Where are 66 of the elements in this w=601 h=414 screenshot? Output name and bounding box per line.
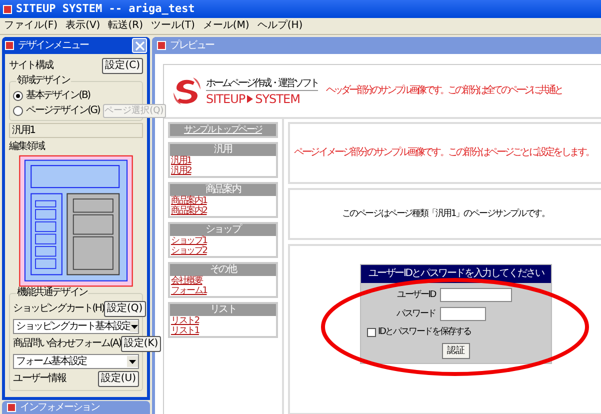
panel-title: デザインメニュー (18, 40, 88, 52)
triangle-icon (247, 94, 254, 102)
setting-label: 商品問い合わせフォーム(A) (13, 338, 121, 350)
logo-text: SITEUP (206, 92, 246, 104)
nav-group-title: その他 (170, 264, 276, 276)
app-icon (5, 41, 14, 50)
field-label: ユーザーID (396, 289, 436, 301)
menu-item[interactable]: ツール(T) (150, 20, 195, 32)
window-title: SITEUP SYSTEM -- ariga_test (16, 3, 195, 15)
nav-link[interactable]: 汎用2 (170, 166, 276, 176)
login-title: ユーザーIDとパスワードを入力してください (361, 265, 551, 283)
nav-link[interactable]: ショップ2 (170, 246, 276, 256)
page-image-note: ページイメージ部分のサンプル画像です。この部分はページごとに設定をします。 (294, 147, 594, 159)
app-icon (7, 403, 16, 412)
nav-group-title: 商品案内 (170, 184, 276, 196)
menu-item[interactable]: 転送(R) (108, 20, 143, 32)
tagline: ホームページ作成・運営ソフト (206, 78, 318, 90)
dropdown[interactable]: フォーム基本設定 (13, 354, 139, 369)
radio-button[interactable] (13, 90, 23, 100)
checkbox-label: IDとパスワードを保存する (378, 326, 471, 338)
setting-label: ショッピングカート(H) (13, 303, 104, 315)
menu-item[interactable]: ファイル(F) (4, 20, 58, 32)
menu-item[interactable]: ヘルプ(H) (257, 20, 303, 32)
nav-link[interactable]: 商品案内2 (170, 206, 276, 216)
group-label: 領域デザイン (16, 75, 71, 87)
dropdown[interactable]: ショッピングカート基本設定 (13, 319, 139, 334)
setting-label: ユーザー情報 (13, 373, 66, 385)
page-note: このページはページ種類「汎用1」のページサンプルです。 (342, 208, 550, 220)
settings-button[interactable]: 設定(K) (120, 336, 162, 352)
menu-item[interactable]: 表示(V) (66, 20, 100, 32)
nav-link[interactable]: フォーム1 (170, 286, 276, 296)
radio-label: ページデザイン(G) (26, 104, 100, 116)
app-icon (157, 41, 166, 50)
settings-button[interactable]: 設定(C) (102, 58, 143, 74)
nav-link[interactable]: ショップ1 (170, 236, 276, 246)
edit-area-label: 編集領域 (9, 141, 46, 153)
nav-group-title: リスト (170, 304, 276, 316)
auth-button[interactable]: 認証 (442, 343, 470, 359)
caret-icon (130, 324, 138, 328)
group-label: 機能共通デザイン (16, 287, 88, 299)
nav-link[interactable]: 会社概要 (170, 276, 276, 286)
nav-link[interactable]: リスト2 (170, 316, 276, 326)
panel-title: プレビュー (170, 40, 214, 52)
header-note: ヘッダー部分のサンプル画像です。この部分は全てのページに共通と (326, 85, 562, 97)
nav-link[interactable]: 商品案内1 (170, 196, 276, 206)
page-field[interactable]: 汎用1 (9, 123, 143, 138)
nav-link[interactable]: リスト1 (170, 326, 276, 336)
site-label: サイト構成 (9, 60, 54, 72)
input-field[interactable] (440, 307, 486, 321)
radio-button[interactable] (13, 106, 23, 116)
panel-title: インフォメーション (20, 402, 100, 414)
nav-group-title: ショップ (170, 224, 276, 236)
logo-icon (172, 76, 202, 106)
logo-text: SYSTEM (255, 92, 300, 104)
app-icon (3, 4, 12, 14)
close-icon (134, 40, 144, 50)
settings-button[interactable]: 設定(Q) (104, 301, 146, 317)
checkbox[interactable] (367, 328, 376, 336)
menu-item[interactable]: メール(M) (202, 20, 250, 32)
field-label: パスワード (395, 308, 436, 320)
radio-label: 基本デザイン(B) (26, 90, 90, 102)
nav-group-title: 汎用 (170, 144, 276, 156)
nav-link[interactable]: 汎用1 (170, 156, 276, 166)
caret-icon (129, 360, 136, 364)
input-field[interactable] (440, 288, 512, 302)
settings-button[interactable]: 設定(U) (98, 371, 139, 387)
